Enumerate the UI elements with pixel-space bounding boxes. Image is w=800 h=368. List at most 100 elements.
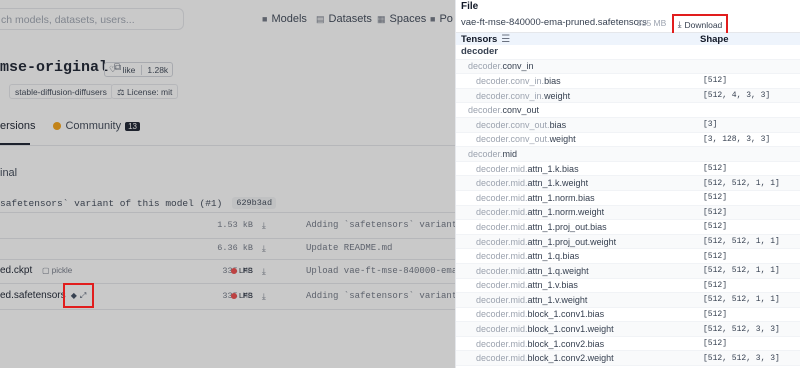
tensor-name: decoder.mid.attn_1.norm.weight (476, 207, 604, 217)
tensor-shape: [512] (703, 251, 728, 261)
tensor-name: decoder.mid.attn_1.v.bias (476, 280, 578, 290)
tensor-shape: [512] (703, 76, 728, 86)
search-input[interactable]: ch models, datasets, users... (0, 8, 184, 30)
file-commit-message[interactable]: Adding `safetensors` variant o (306, 283, 468, 309)
tensor-shape: [512, 512, 1, 1] (703, 266, 780, 276)
tensor-prefix: decoder.conv_out. (476, 119, 550, 130)
tab-community[interactable]: Community 13 (53, 120, 140, 132)
tensor-prefix: decoder.mid. (476, 338, 528, 349)
commit-sha[interactable]: 629b3ad (232, 197, 277, 209)
tensor-row: decoder.mid.block_1.conv2.bias [512] (456, 337, 800, 352)
tensor-name: decoder.mid.attn_1.q.bias (476, 251, 579, 261)
tensor-group-row[interactable]: decoder.conv_out (456, 103, 800, 118)
tensor-shape: [512] (703, 222, 728, 232)
nav-posts[interactable]: ■ Po (430, 13, 453, 25)
branch-selector[interactable]: inal (0, 167, 17, 179)
tensor-shape: [512, 512, 1, 1] (703, 295, 780, 305)
datasets-icon: ▤ (316, 13, 325, 24)
lfs-badge: LFS (231, 258, 253, 284)
file-row[interactable]: ed.ckpt ▢ pickle 335 MB LFS ⤓ Upload vae… (0, 258, 468, 284)
tensor-group-row[interactable]: decoder (456, 45, 800, 60)
models-icon: ■ (262, 14, 268, 24)
tensor-name: decoder.mid.attn_1.norm.bias (476, 193, 595, 203)
tensor-key: attn_1.q.weight (527, 265, 589, 276)
nav-spaces-label: Spaces (389, 13, 427, 25)
tensor-prefix: decoder.conv_out. (476, 134, 550, 145)
tensor-name: decoder.conv_in.weight (476, 91, 570, 101)
nav-models[interactable]: ■ Models (262, 13, 307, 25)
tensor-name: decoder.conv_in (468, 61, 534, 71)
panel-filename: vae-ft-mse-840000-ema-pruned.safetensors (461, 17, 647, 28)
tensor-prefix: decoder.mid. (476, 207, 528, 218)
tensor-shape: [3, 128, 3, 3] (703, 134, 771, 144)
download-icon[interactable]: ⤓ (262, 283, 266, 309)
tensor-key: block_1.conv1.weight (527, 324, 614, 335)
tab-files-versions[interactable]: ersions (0, 120, 35, 132)
tensor-key: bias (544, 75, 561, 86)
tag-diffusers[interactable]: stable-diffusion-diffusers (9, 84, 113, 99)
tensor-row: decoder.mid.attn_1.proj_out.weight [512, … (456, 234, 800, 250)
tag-license-label: License: mit (127, 87, 173, 97)
repo-tabs: ersions Community 13 (0, 120, 140, 132)
menu-icon[interactable]: ☰ (501, 34, 510, 45)
nav-posts-label: Po (439, 13, 453, 25)
tensor-group-row[interactable]: decoder.mid (456, 147, 800, 162)
pickle-badge[interactable]: ▢ pickle (42, 258, 72, 284)
tensor-name: decoder.conv_in.bias (476, 76, 561, 86)
tensor-prefix: decoder.mid. (476, 294, 528, 305)
tensor-row: decoder.mid.attn_1.v.bias [512] (456, 279, 800, 294)
tensor-row: decoder.mid.attn_1.k.bias [512] (456, 162, 800, 177)
heart-icon: ♡ (109, 64, 117, 74)
nav-models-label: Models (271, 13, 307, 25)
last-commit: safetensors` variant of this model (#1) … (0, 197, 277, 209)
panel-filesize: 335 MB (637, 17, 667, 28)
tensor-shape: [512] (703, 280, 728, 290)
tensor-prefix: decoder.mid. (476, 251, 528, 262)
download-icon: ⤓ (677, 19, 682, 29)
download-button[interactable]: ⤓ Download (672, 14, 728, 35)
tag-license[interactable]: ⚖ License: mit (111, 84, 179, 99)
tensor-key: conv_out (502, 105, 540, 116)
tensor-prefix: decoder. (468, 105, 503, 116)
file-name[interactable]: ed.safetensors (0, 283, 66, 309)
tensor-key: attn_1.norm.bias (527, 192, 595, 203)
nav-datasets-label: Datasets (328, 13, 372, 25)
tensor-prefix: decoder.mid. (476, 280, 528, 291)
tensor-name: decoder.mid.attn_1.q.weight (476, 266, 589, 276)
tensor-key: block_1.conv2.bias (527, 338, 605, 349)
download-icon[interactable]: ⤓ (262, 258, 266, 284)
tensor-group-row[interactable]: decoder.conv_in (456, 59, 800, 75)
tensor-key: attn_1.v.bias (527, 280, 578, 291)
tensor-shape: [512, 512, 3, 3] (703, 324, 780, 334)
tensor-shape: [512] (703, 193, 728, 203)
file-commit-message[interactable]: Upload vae-ft-mse-840000-ema-p (306, 258, 468, 284)
community-icon (53, 122, 62, 130)
pickle-icon: ▢ (42, 266, 50, 275)
tensor-row: decoder.mid.attn_1.v.weight [512, 512, 1,… (456, 293, 800, 308)
nav-datasets[interactable]: ▤ Datasets (316, 13, 372, 25)
commit-message[interactable]: safetensors` variant of this model (#1) (0, 198, 222, 209)
tensor-key: block_1.conv1.bias (527, 309, 605, 320)
file-name[interactable]: ed.ckpt (0, 258, 32, 284)
tensor-table-body: decoder decoder.conv_in decoder.conv_in.bi… (456, 45, 800, 367)
panel-header: File (461, 1, 479, 12)
posts-icon: ■ (430, 14, 436, 24)
tensor-name: decoder.mid.block_1.conv1.bias (476, 309, 604, 319)
pickle-label: pickle (51, 266, 73, 275)
tensor-row: decoder.conv_out.bias [3] (456, 117, 800, 133)
tensor-shape: [512] (703, 207, 728, 217)
view-tensors-button[interactable]: ◆ ⤢ (63, 283, 94, 308)
tensor-name: decoder.mid.block_1.conv1.weight (476, 324, 614, 334)
panel-file-line: vae-ft-mse-840000-ema-pruned.safetensors… (456, 13, 800, 35)
like-button[interactable]: ♡ like 1.28k (104, 62, 174, 77)
tensor-name: decoder.mid.attn_1.proj_out.bias (476, 222, 607, 232)
nav-spaces[interactable]: ▦ Spaces (377, 13, 426, 25)
tensor-name: decoder.mid.block_1.conv2.bias (476, 339, 604, 349)
tensor-name: decoder.mid.attn_1.proj_out.weight (476, 237, 616, 247)
repo-title-text: mse-original (0, 59, 109, 76)
lfs-label: LFS (239, 291, 253, 300)
tensor-key: attn_1.v.weight (527, 294, 588, 305)
tensor-key: decoder (461, 46, 498, 58)
tensor-prefix: decoder.mid. (476, 221, 528, 232)
tensor-key: attn_1.q.bias (527, 251, 580, 262)
